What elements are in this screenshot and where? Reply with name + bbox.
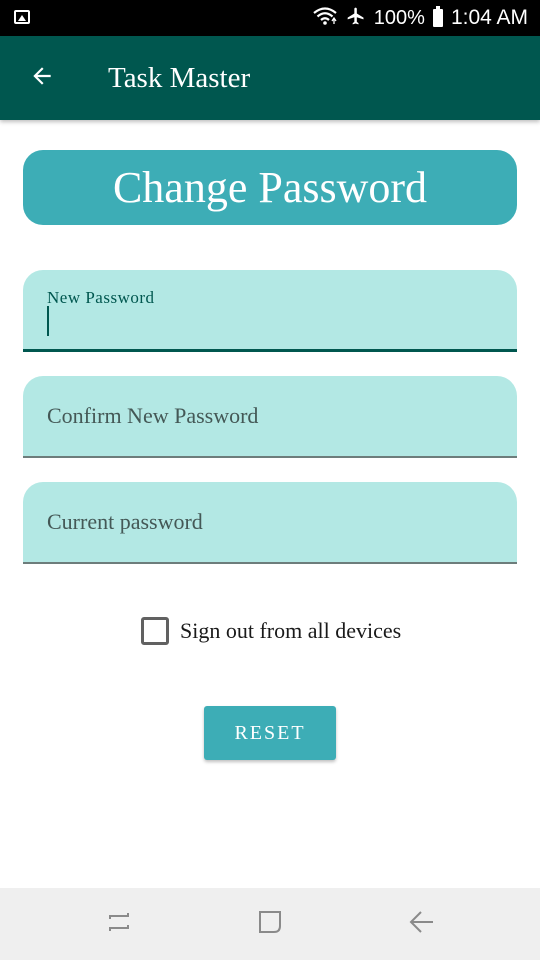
back-icon — [407, 908, 435, 941]
app-bar: Task Master — [0, 36, 540, 120]
home-button[interactable] — [252, 906, 288, 942]
back-button[interactable] — [22, 58, 62, 98]
recents-icon — [105, 908, 133, 941]
arrow-left-icon — [29, 63, 55, 94]
sign-out-all-checkbox[interactable] — [141, 617, 169, 645]
wifi-icon — [312, 6, 338, 31]
airplane-mode-icon — [346, 6, 366, 31]
confirm-password-placeholder: Confirm New Password — [47, 403, 259, 428]
current-password-placeholder: Current password — [47, 509, 203, 534]
status-bar: 100% 1:04 AM — [0, 0, 540, 36]
battery-percent: 100% — [373, 6, 425, 29]
text-cursor — [47, 306, 49, 336]
system-back-button[interactable] — [403, 906, 439, 942]
confirm-password-field[interactable]: Confirm New Password — [23, 376, 517, 458]
status-bar-right: 100% 1:04 AM — [312, 0, 528, 36]
sign-out-all-label[interactable]: Sign out from all devices — [180, 618, 401, 644]
sign-out-all-row[interactable]: Sign out from all devices — [141, 617, 401, 645]
status-time: 1:04 AM — [450, 6, 528, 29]
battery-icon — [432, 6, 443, 27]
app-title: Task Master — [108, 62, 251, 94]
new-password-field[interactable]: New Password — [23, 270, 517, 352]
image-notification-icon — [14, 10, 30, 24]
reset-button[interactable]: RESET — [204, 706, 336, 760]
page-title: Change Password — [23, 150, 517, 225]
recents-button[interactable] — [101, 906, 137, 942]
home-icon — [256, 908, 284, 941]
change-password-screen: 100% 1:04 AM Task Master Change Password… — [0, 0, 540, 960]
new-password-label: New Password — [47, 288, 155, 307]
system-nav-bar — [0, 888, 540, 960]
current-password-field[interactable]: Current password — [23, 482, 517, 564]
